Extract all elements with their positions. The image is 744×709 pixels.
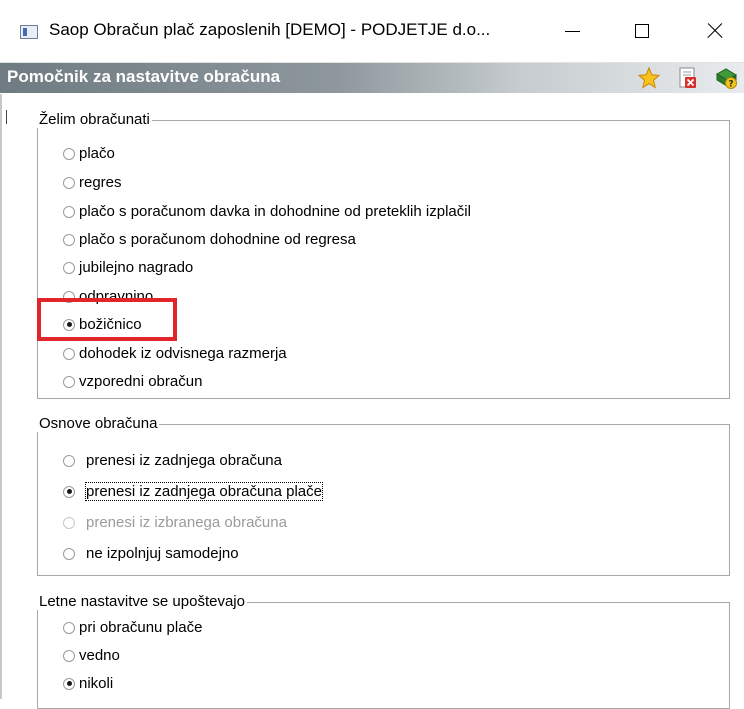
radio-button[interactable] <box>63 547 75 560</box>
radio-label: vzporedni obračun <box>79 373 203 390</box>
radio-button-disabled <box>63 516 75 529</box>
radio-button[interactable] <box>63 233 75 246</box>
star-icon[interactable] <box>637 66 661 90</box>
radio-label: regres <box>79 174 122 191</box>
calculation-basis-legend: Osnove obračuna <box>39 415 158 432</box>
radio-label: dohodek iz odvisnega razmerja <box>79 345 287 362</box>
radio-label: ne izpolnjuj samodejno <box>86 545 239 562</box>
radio-label: plačo s poračunom davka in dohodnine od … <box>79 203 471 220</box>
radio-button[interactable] <box>63 649 75 662</box>
radio-label: plačo s poračunom dohodnine od regresa <box>79 231 356 248</box>
radio-button[interactable] <box>63 621 75 634</box>
radio-label: vedno <box>79 647 120 664</box>
document-close-icon[interactable] <box>676 66 700 90</box>
radio-option-prenesi-zadnji-place[interactable]: prenesi iz zadnjega obračuna plače <box>63 482 323 501</box>
radio-label: prenesi iz izbranega obračuna <box>86 514 287 531</box>
radio-option-pri-obracunu-place[interactable]: pri obračunu plače <box>63 619 202 636</box>
radio-label: nikoli <box>79 675 114 692</box>
radio-option-nikoli[interactable]: nikoli <box>63 675 113 692</box>
window-title: Saop Obračun plač zaposlenih [DEMO] - PO… <box>49 20 491 39</box>
annual-settings-group: Letne nastavitve se upoštevajo <box>37 594 730 709</box>
radio-option-vzporedni[interactable]: vzporedni obračun <box>63 373 202 390</box>
window-titlebar[interactable]: Saop Obračun plač zaposlenih [DEMO] - PO… <box>0 0 744 63</box>
radio-option-prenesi-izbrani: prenesi iz izbranega obračuna <box>63 514 287 531</box>
radio-button[interactable] <box>63 205 75 218</box>
wizard-title: Pomočnik za nastavitve obračuna <box>7 67 281 86</box>
svg-text:?: ? <box>728 80 733 90</box>
app-icon <box>20 25 38 39</box>
radio-option-dohodek[interactable]: dohodek iz odvisnega razmerja <box>63 345 287 362</box>
radio-label: pri obračunu plače <box>79 619 203 636</box>
radio-button[interactable] <box>63 454 75 467</box>
radio-option-placo-porocun-davka[interactable]: plačo s poračunom davka in dohodnine od … <box>63 203 471 220</box>
radio-option-vedno[interactable]: vedno <box>63 647 120 664</box>
radio-option-ne-izpolnjuj[interactable]: ne izpolnjuj samodejno <box>63 545 239 562</box>
radio-label: jubilejno nagrado <box>79 259 194 276</box>
highlight-annotation <box>37 298 177 341</box>
radio-label: prenesi iz zadnjega obračuna <box>86 452 282 469</box>
radio-button-selected[interactable] <box>63 485 75 498</box>
left-marker <box>6 110 7 124</box>
minimize-button[interactable] <box>550 14 594 48</box>
radio-button[interactable] <box>63 375 75 388</box>
wizard-header: Pomočnik za nastavitve obračuna ? <box>0 63 744 93</box>
radio-button[interactable] <box>63 147 75 160</box>
radio-option-placo-porocun-regresa[interactable]: plačo s poračunom dohodnine od regresa <box>63 231 356 248</box>
radio-label: prenesi iz zadnjega obračuna plače <box>85 482 323 501</box>
left-border <box>0 94 2 699</box>
radio-option-regres[interactable]: regres <box>63 174 122 191</box>
radio-option-placo[interactable]: plačo <box>63 145 115 162</box>
help-icon[interactable]: ? <box>714 66 738 90</box>
annual-settings-legend: Letne nastavitve se upoštevajo <box>39 593 245 610</box>
radio-button[interactable] <box>63 261 75 274</box>
radio-option-jubilejna-nagrada[interactable]: jubilejno nagrado <box>63 259 193 276</box>
radio-label: plačo <box>79 145 115 162</box>
radio-button-selected[interactable] <box>63 677 75 690</box>
close-button[interactable] <box>693 14 737 48</box>
maximize-button[interactable] <box>621 14 665 48</box>
calculation-type-legend: Želim obračunati <box>39 111 150 128</box>
radio-option-prenesi-zadnji[interactable]: prenesi iz zadnjega obračuna <box>63 452 282 469</box>
radio-button[interactable] <box>63 176 75 189</box>
radio-button[interactable] <box>63 347 75 360</box>
